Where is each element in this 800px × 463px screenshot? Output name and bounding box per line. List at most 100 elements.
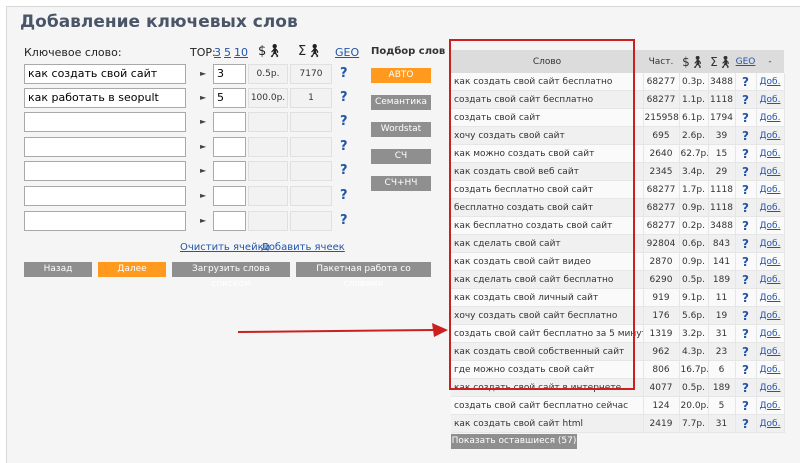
add-link[interactable]: Доб.: [756, 234, 785, 253]
help-icon[interactable]: ?: [735, 144, 757, 163]
help-icon[interactable]: ?: [735, 234, 757, 253]
top-input[interactable]: [213, 112, 246, 132]
add-link[interactable]: Доб.: [756, 180, 785, 199]
help-icon[interactable]: ?: [735, 270, 757, 289]
help-icon[interactable]: ?: [735, 396, 757, 415]
help-icon[interactable]: ?: [340, 163, 348, 178]
table-row: создать свой сайт бесплатно сейчас 124 20.…: [451, 396, 785, 415]
help-icon[interactable]: ?: [735, 126, 757, 145]
arrow-right-icon[interactable]: ►: [200, 117, 206, 126]
add-link[interactable]: Доб.: [756, 378, 785, 397]
keyword-input[interactable]: как работать в seopult: [24, 88, 186, 108]
help-icon[interactable]: ?: [735, 252, 757, 271]
help-icon[interactable]: ?: [340, 66, 348, 81]
word-column-header[interactable]: Слово: [451, 50, 643, 73]
freq-column-header[interactable]: Част.: [643, 50, 679, 73]
freq-cell: 2640: [643, 144, 680, 163]
table-row: как создать свой личный сайт 919 9.1р. 11? Д…: [451, 288, 785, 307]
price-cell: 7.7р.: [679, 414, 709, 433]
help-icon[interactable]: ?: [735, 108, 757, 127]
add-link[interactable]: Доб.: [756, 360, 785, 379]
arrow-right-icon[interactable]: ►: [200, 216, 206, 225]
help-icon[interactable]: ?: [735, 378, 757, 397]
freq-cell: 68277: [643, 180, 680, 199]
help-icon[interactable]: ?: [340, 90, 348, 105]
top-input[interactable]: 5: [213, 88, 246, 108]
top-option-10[interactable]: 10: [234, 46, 248, 59]
top-option-3[interactable]: 3: [214, 46, 221, 59]
mid-low-freq-button[interactable]: СЧ+НЧ: [371, 176, 431, 191]
semantics-button[interactable]: Семантика: [371, 95, 431, 110]
total-cell: 3488: [708, 73, 736, 91]
top-input[interactable]: [213, 211, 246, 231]
wordstat-button[interactable]: Wordstat: [371, 122, 431, 137]
total-cell: 39: [708, 126, 736, 145]
price-cell: 0.5р.: [679, 270, 709, 289]
top-option-5[interactable]: 5: [224, 46, 231, 59]
help-icon[interactable]: ?: [340, 188, 348, 203]
word-cell: создать бесплатно свой сайт: [451, 180, 644, 199]
arrow-right-icon[interactable]: ►: [200, 93, 206, 102]
add-link[interactable]: Доб.: [756, 270, 785, 289]
help-icon[interactable]: ?: [735, 342, 757, 361]
help-icon[interactable]: ?: [735, 162, 757, 181]
add-link[interactable]: Доб.: [756, 162, 785, 181]
table-row: создать свой сайт бесплатно 68277 1.1р. 111…: [451, 90, 785, 109]
keyword-input[interactable]: [24, 112, 186, 132]
keyword-input[interactable]: [24, 211, 186, 231]
top-input[interactable]: 3: [213, 64, 246, 84]
next-button[interactable]: Далее: [98, 262, 166, 277]
help-icon[interactable]: ?: [735, 288, 757, 307]
help-icon[interactable]: ?: [735, 73, 757, 91]
arrow-right-icon[interactable]: ►: [200, 142, 206, 151]
add-link[interactable]: Доб.: [756, 414, 785, 433]
add-link[interactable]: Доб.: [756, 324, 785, 343]
help-icon[interactable]: ?: [735, 198, 757, 217]
geo-header-link[interactable]: GEO: [335, 46, 359, 59]
keyword-input[interactable]: [24, 137, 186, 157]
add-link[interactable]: Доб.: [756, 216, 785, 235]
help-icon[interactable]: ?: [340, 213, 348, 228]
show-remaining-button[interactable]: Показать оставшиеся (57): [451, 434, 577, 449]
help-icon[interactable]: ?: [340, 139, 348, 154]
help-icon[interactable]: ?: [735, 90, 757, 109]
add-link[interactable]: Доб.: [756, 108, 785, 127]
add-link[interactable]: Доб.: [756, 144, 785, 163]
table-row: создать бесплатно свой сайт 68277 1.7р. 111…: [451, 180, 785, 199]
help-icon[interactable]: ?: [735, 180, 757, 199]
add-cells-link[interactable]: Добавить ячеек: [261, 242, 345, 253]
add-link[interactable]: Доб.: [756, 73, 785, 91]
keyword-input[interactable]: [24, 161, 186, 181]
batch-work-button[interactable]: Пакетная работа со словами: [296, 262, 431, 289]
auto-button[interactable]: АВТО: [371, 68, 431, 83]
add-link[interactable]: Доб.: [756, 252, 785, 271]
arrow-right-icon[interactable]: ►: [200, 69, 206, 78]
arrow-right-icon[interactable]: ►: [200, 191, 206, 200]
geo-column-header[interactable]: GEO: [735, 50, 756, 73]
price-cell: 0.5р.: [679, 378, 709, 397]
add-link[interactable]: Доб.: [756, 288, 785, 307]
arrow-right-icon[interactable]: ►: [200, 166, 206, 175]
clear-cells-link[interactable]: Очистить ячейки: [180, 242, 270, 253]
keyword-input[interactable]: как создать свой сайт: [24, 64, 186, 84]
table-row: создать свой сайт бесплатно за 5 минут 13…: [451, 324, 785, 343]
help-icon[interactable]: ?: [735, 216, 757, 235]
help-icon[interactable]: ?: [340, 114, 348, 129]
top-input[interactable]: [213, 137, 246, 157]
back-button[interactable]: Назад: [24, 262, 92, 277]
help-icon[interactable]: ?: [735, 360, 757, 379]
add-link[interactable]: Доб.: [756, 396, 785, 415]
add-link[interactable]: Доб.: [756, 306, 785, 325]
mid-freq-button[interactable]: СЧ: [371, 149, 431, 164]
help-icon[interactable]: ?: [735, 306, 757, 325]
help-icon[interactable]: ?: [735, 324, 757, 343]
keyword-input[interactable]: [24, 186, 186, 206]
add-link[interactable]: Доб.: [756, 126, 785, 145]
upload-list-button[interactable]: Загрузить слова списком: [172, 262, 290, 289]
top-input[interactable]: [213, 186, 246, 206]
add-link[interactable]: Доб.: [756, 90, 785, 109]
add-link[interactable]: Доб.: [756, 342, 785, 361]
add-link[interactable]: Доб.: [756, 198, 785, 217]
top-input[interactable]: [213, 161, 246, 181]
help-icon[interactable]: ?: [735, 414, 757, 433]
